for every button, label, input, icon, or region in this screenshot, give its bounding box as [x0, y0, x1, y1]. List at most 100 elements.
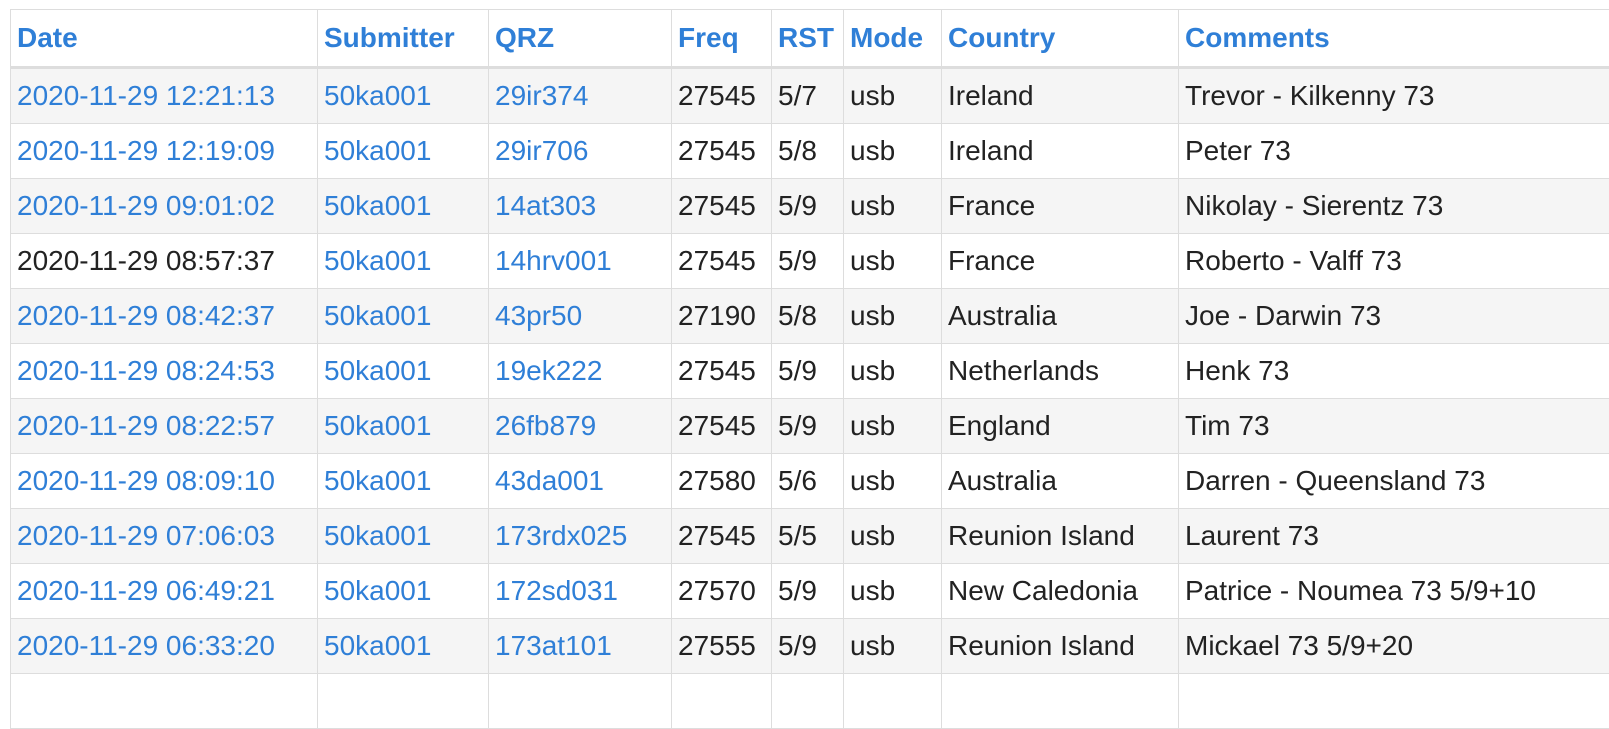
submitter-link[interactable]: 50ka001: [324, 135, 431, 166]
comments-text: Darren - Queensland 73: [1185, 465, 1485, 496]
mode-cell: usb: [844, 509, 942, 564]
submitter-link[interactable]: 50ka001: [324, 80, 431, 111]
date-link[interactable]: 2020-11-29 12:19:09: [17, 135, 275, 166]
submitter-link[interactable]: 50ka001: [324, 300, 431, 331]
country-text: Ireland: [948, 135, 1034, 166]
column-header-qrz[interactable]: QRZ: [489, 10, 672, 68]
freq-text: 27545: [678, 355, 756, 386]
qrz-link[interactable]: 43da001: [495, 465, 604, 496]
date-link[interactable]: 2020-11-29 08:09:10: [17, 465, 275, 496]
qrz-link[interactable]: 14at303: [495, 190, 596, 221]
submitter-cell: 50ka001: [318, 509, 489, 564]
qrz-cell: 14hrv001: [489, 234, 672, 289]
freq-cell: 27545: [672, 124, 772, 179]
date-link[interactable]: 2020-11-29 09:01:02: [17, 190, 275, 221]
qrz-cell: 173rdx025: [489, 509, 672, 564]
freq-cell: 27545: [672, 509, 772, 564]
comments-text: Trevor - Kilkenny 73: [1185, 80, 1435, 111]
rst-cell: 5/7: [772, 68, 844, 124]
comments-text: Nikolay - Sierentz 73: [1185, 190, 1443, 221]
rst-cell: 5/9: [772, 399, 844, 454]
submitter-cell: 50ka001: [318, 179, 489, 234]
comments-cell: Peter 73: [1179, 124, 1609, 179]
date-link[interactable]: 2020-11-29 08:22:57: [17, 410, 275, 441]
qrz-cell: 43da001: [489, 454, 672, 509]
table-row: 2020-11-29 06:49:21 50ka001 172sd031 275705…: [11, 564, 1609, 619]
submitter-cell: [318, 674, 489, 729]
mode-text: usb: [850, 355, 895, 386]
mode-text: usb: [850, 245, 895, 276]
qrz-link[interactable]: 173rdx025: [495, 520, 627, 551]
submitter-cell: 50ka001: [318, 68, 489, 124]
submitter-cell: 50ka001: [318, 234, 489, 289]
date-cell: 2020-11-29 08:22:57: [11, 399, 318, 454]
submitter-link[interactable]: 50ka001: [324, 245, 431, 276]
freq-text: 27580: [678, 465, 756, 496]
column-header-comments[interactable]: Comments: [1179, 10, 1609, 68]
comments-cell: Joe - Darwin 73: [1179, 289, 1609, 344]
date-cell: 2020-11-29 08:57:37: [11, 234, 318, 289]
freq-text: 27545: [678, 80, 756, 111]
qrz-link[interactable]: 172sd031: [495, 575, 618, 606]
submitter-link[interactable]: 50ka001: [324, 190, 431, 221]
date-cell: 2020-11-29 06:49:21: [11, 564, 318, 619]
column-header-submitter[interactable]: Submitter: [318, 10, 489, 68]
comments-cell: Patrice - Noumea 73 5/9+10: [1179, 564, 1609, 619]
submitter-cell: 50ka001: [318, 619, 489, 674]
country-cell: Reunion Island: [942, 509, 1179, 564]
mode-text: usb: [850, 135, 895, 166]
submitter-link[interactable]: 50ka001: [324, 630, 431, 661]
freq-cell: 27570: [672, 564, 772, 619]
column-header-date[interactable]: Date: [11, 10, 318, 68]
submitter-link[interactable]: 50ka001: [324, 355, 431, 386]
column-header-mode[interactable]: Mode: [844, 10, 942, 68]
qrz-link[interactable]: 14hrv001: [495, 245, 612, 276]
date-link[interactable]: 2020-11-29 08:24:53: [17, 355, 275, 386]
column-header-country[interactable]: Country: [942, 10, 1179, 68]
table-row: 2020-11-29 08:57:3750ka00114hrv001275455…: [11, 234, 1609, 289]
qrz-link[interactable]: 173at101: [495, 630, 612, 661]
date-cell: 2020-11-29 06:33:20: [11, 619, 318, 674]
comments-text: Joe - Darwin 73: [1185, 300, 1381, 331]
mode-text: usb: [850, 575, 895, 606]
rst-text: 5/9: [778, 190, 817, 221]
qrz-link[interactable]: 19ek222: [495, 355, 602, 386]
log-table: Date Submitter QRZ Freq RST Mode Country…: [10, 9, 1609, 729]
comments-text: Mickael 73 5/9+20: [1185, 630, 1413, 661]
comments-cell: Tim 73: [1179, 399, 1609, 454]
date-cell: 2020-11-29 12:21:13: [11, 68, 318, 124]
submitter-cell: 50ka001: [318, 289, 489, 344]
submitter-link[interactable]: 50ka001: [324, 410, 431, 441]
country-cell: [942, 674, 1179, 729]
comments-text: Henk 73: [1185, 355, 1289, 386]
freq-cell: [672, 674, 772, 729]
qrz-link[interactable]: 26fb879: [495, 410, 596, 441]
qrz-link[interactable]: 43pr50: [495, 300, 582, 331]
date-cell: 2020-11-29 12:19:09: [11, 124, 318, 179]
date-link[interactable]: 2020-11-29 06:33:20: [17, 630, 275, 661]
column-header-freq[interactable]: Freq: [672, 10, 772, 68]
rst-text: 5/9: [778, 575, 817, 606]
column-header-rst[interactable]: RST: [772, 10, 844, 68]
rst-text: 5/6: [778, 465, 817, 496]
country-text: France: [948, 190, 1035, 221]
submitter-link[interactable]: 50ka001: [324, 465, 431, 496]
comments-text: Peter 73: [1185, 135, 1291, 166]
date-link[interactable]: 2020-11-29 12:21:13: [17, 80, 275, 111]
submitter-link[interactable]: 50ka001: [324, 575, 431, 606]
submitter-link[interactable]: 50ka001: [324, 520, 431, 551]
rst-text: 5/9: [778, 410, 817, 441]
date-cell: 2020-11-29 07:06:03: [11, 509, 318, 564]
date-link[interactable]: 2020-11-29 07:06:03: [17, 520, 275, 551]
date-link[interactable]: 2020-11-29 06:49:21: [17, 575, 275, 606]
country-text: Ireland: [948, 80, 1034, 111]
qrz-cell: 26fb879: [489, 399, 672, 454]
date-link[interactable]: 2020-11-29 08:42:37: [17, 300, 275, 331]
rst-cell: 5/6: [772, 454, 844, 509]
qrz-link[interactable]: 29ir374: [495, 80, 588, 111]
rst-text: 5/8: [778, 135, 817, 166]
qrz-link[interactable]: 29ir706: [495, 135, 588, 166]
country-cell: Australia: [942, 454, 1179, 509]
table-row: 2020-11-29 12:19:09 50ka001 29ir706 275455/…: [11, 124, 1609, 179]
freq-text: 27545: [678, 190, 756, 221]
